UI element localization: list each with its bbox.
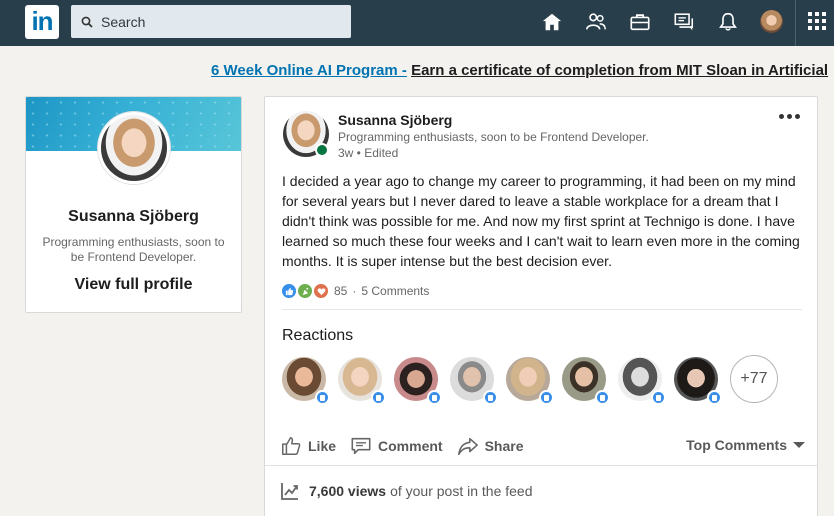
profile-headline: Programming enthusiasts, soon to be Fron…	[42, 235, 225, 264]
search-input[interactable]: Search	[71, 5, 351, 38]
share-label: Share	[484, 438, 524, 454]
divider	[282, 309, 802, 310]
reactor-avatar[interactable]	[562, 357, 610, 405]
jobs-icon[interactable]	[628, 10, 652, 34]
analytics-chart-icon	[281, 483, 298, 500]
comments-count-link[interactable]: 5 Comments	[361, 284, 429, 298]
reactor-avatar[interactable]	[450, 357, 498, 405]
reactor-avatar[interactable]	[674, 357, 722, 405]
post-actions-bar: Like Comment Share Top Comments	[280, 433, 805, 459]
reactor-avatar[interactable]	[618, 357, 666, 405]
ad-link[interactable]: 6 Week Online AI Program -	[211, 62, 407, 79]
like-reaction-icon	[282, 284, 296, 298]
like-badge-icon	[651, 390, 666, 405]
like-badge-icon	[539, 390, 554, 405]
like-badge-icon	[427, 390, 442, 405]
post-card: Susanna Sjöberg Programming enthusiasts,…	[264, 96, 818, 516]
online-status-indicator	[315, 143, 329, 157]
separator-dot: ·	[352, 284, 357, 298]
share-button[interactable]: Share	[457, 435, 524, 457]
caret-down-icon	[793, 442, 805, 448]
reactor-avatar[interactable]	[282, 357, 330, 405]
reaction-count[interactable]: 85	[334, 284, 347, 298]
divider	[265, 465, 817, 466]
reactor-avatar[interactable]	[506, 357, 554, 405]
like-badge-icon	[315, 390, 330, 405]
post-meta: 3w • Edited	[338, 146, 399, 160]
like-badge-icon	[483, 390, 498, 405]
search-icon	[81, 16, 93, 28]
linkedin-logo[interactable]: in	[25, 5, 59, 39]
search-placeholder: Search	[101, 13, 146, 30]
reactors-list: +77	[282, 355, 778, 405]
comment-button[interactable]: Comment	[350, 435, 443, 457]
post-time: 3w	[338, 146, 354, 160]
views-suffix: of your post in the feed	[390, 483, 533, 499]
post-text: I decided a year ago to change my career…	[282, 173, 800, 269]
more-options-icon[interactable]	[779, 114, 801, 120]
ad-tagline[interactable]: Earn a certificate of completion from MI…	[411, 62, 828, 79]
nav-divider	[795, 0, 796, 46]
views-count: 7,600 views	[309, 483, 387, 499]
notifications-icon[interactable]	[716, 10, 740, 34]
messaging-icon[interactable]	[672, 10, 696, 34]
social-counts: 85 · 5 Comments	[282, 283, 429, 299]
home-icon[interactable]	[540, 10, 564, 34]
promoted-ad[interactable]: 6 Week Online AI Program - Earn a certif…	[211, 62, 828, 79]
comment-icon	[351, 437, 371, 455]
reactor-avatar[interactable]	[338, 357, 386, 405]
sort-label: Top Comments	[686, 437, 787, 453]
reactions-title: Reactions	[282, 327, 354, 344]
my-network-icon[interactable]	[584, 10, 608, 34]
profile-name[interactable]: Susanna Sjöberg	[26, 208, 241, 226]
like-label: Like	[308, 438, 337, 454]
reactor-avatar[interactable]	[394, 357, 442, 405]
post-views-analytics[interactable]: 7,600 views of your post in the feed	[280, 481, 533, 501]
post-edited-label: Edited	[364, 146, 399, 160]
work-grid-icon[interactable]	[808, 12, 826, 30]
more-reactors-button[interactable]: +77	[730, 355, 778, 403]
logo-text: in	[31, 6, 53, 36]
like-button[interactable]: Like	[280, 435, 336, 457]
author-name[interactable]: Susanna Sjöberg	[338, 112, 452, 128]
author-headline: Programming enthusiasts, soon to be Fron…	[338, 130, 649, 144]
view-full-profile-link[interactable]: View full profile	[26, 276, 241, 294]
me-avatar[interactable]	[760, 10, 783, 33]
celebrate-reaction-icon	[298, 284, 312, 298]
comment-sort-dropdown[interactable]: Top Comments	[686, 437, 805, 453]
profile-card: Susanna Sjöberg Programming enthusiasts,…	[25, 96, 242, 313]
like-badge-icon	[595, 390, 610, 405]
comment-label: Comment	[378, 438, 443, 454]
share-icon	[457, 437, 478, 456]
like-badge-icon	[707, 390, 722, 405]
profile-avatar[interactable]	[98, 112, 170, 184]
thumbs-up-icon	[282, 437, 301, 455]
top-navigation-bar: in Search	[0, 0, 834, 46]
like-badge-icon	[371, 390, 386, 405]
love-reaction-icon	[314, 284, 328, 298]
